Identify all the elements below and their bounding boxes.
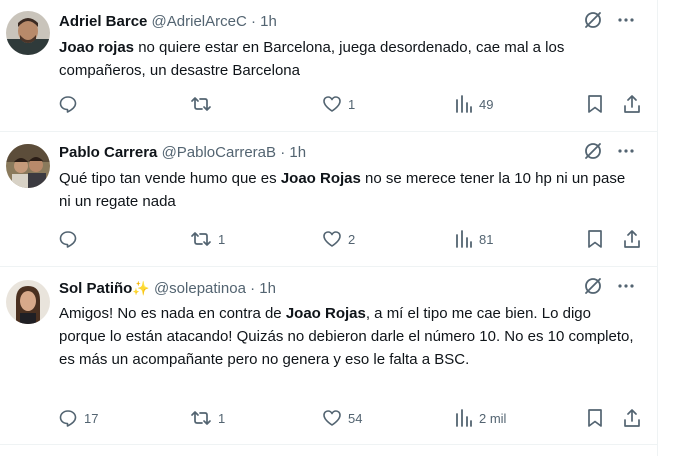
retweet-icon (190, 229, 212, 249)
avatar[interactable] (6, 280, 50, 324)
grok-slash-icon[interactable] (583, 10, 603, 30)
tweet-text: Amigos! No es nada en contra de Joao Roj… (59, 302, 637, 371)
share-button[interactable] (622, 229, 642, 249)
like-button[interactable]: 1 (322, 94, 355, 114)
tweet-actions: 17 1 54 2 mil (58, 408, 644, 430)
sparkle-emoji: ✨ (132, 280, 150, 296)
more-dots-icon[interactable] (617, 11, 635, 29)
retweet-icon (190, 94, 212, 114)
bold-mention: Joao rojas (59, 39, 135, 56)
reply-bubble-icon (58, 94, 78, 114)
retweet-count: 1 (218, 231, 226, 247)
tweet-time[interactable]: 1h (289, 144, 306, 161)
bookmark-button[interactable] (586, 229, 604, 249)
avatar[interactable] (6, 144, 50, 188)
share-upload-icon (622, 408, 642, 428)
tweet-text-rest: no quiere estar en Barcelona, juega deso… (59, 39, 565, 79)
tweet-time[interactable]: 1h (259, 280, 276, 297)
bookmark-button[interactable] (586, 408, 604, 428)
tweet-text-pre: Amigos! No es nada en contra de (59, 305, 286, 322)
tweet-feed: Adriel Barce @AdrielArceC · 1h Joao roja… (0, 0, 658, 456)
like-button[interactable]: 54 (322, 408, 362, 428)
retweet-count: 1 (218, 410, 226, 426)
analytics-bars-icon (455, 408, 473, 428)
like-count: 54 (348, 410, 363, 426)
tweet-text-pre: Qué tipo tan vende humo que es (59, 170, 281, 187)
tweet-text: Qué tipo tan vende humo que es Joao Roja… (59, 167, 639, 213)
author-handle[interactable]: @AdrielArceC (152, 13, 247, 30)
grok-slash-icon[interactable] (583, 276, 603, 296)
views-count: 49 (479, 96, 494, 112)
like-count: 2 (348, 231, 356, 247)
retweet-button[interactable] (190, 94, 218, 114)
bookmark-icon (586, 408, 604, 428)
views-button[interactable]: 2 mil (455, 408, 506, 428)
tweet-header: Pablo Carrera @PabloCarreraB · 1h (59, 143, 306, 163)
retweet-button[interactable]: 1 (190, 229, 225, 249)
separator-dot: · (280, 144, 286, 161)
separator-dot: · (250, 280, 256, 297)
reply-bubble-icon (58, 408, 78, 428)
share-upload-icon (622, 94, 642, 114)
heart-icon (322, 94, 342, 114)
retweet-button[interactable]: 1 (190, 408, 225, 428)
more-dots-icon[interactable] (617, 277, 635, 295)
reply-bubble-icon (58, 229, 78, 249)
share-upload-icon (622, 229, 642, 249)
bold-mention: Joao Rojas (285, 305, 366, 322)
like-count: 1 (348, 96, 356, 112)
retweet-icon (190, 408, 212, 428)
more-dots-icon[interactable] (617, 142, 635, 160)
author-handle[interactable]: @solepatinoa (154, 280, 246, 297)
author-name[interactable]: Adriel Barce (59, 13, 147, 30)
tweet-actions: 1 2 81 (58, 229, 644, 251)
tweet-header: Sol Patiño✨ @solepatinoa · 1h (59, 278, 276, 299)
avatar-photo (6, 280, 50, 324)
tweet[interactable]: Sol Patiño✨ @solepatinoa · 1h Amigos! No… (0, 266, 657, 445)
share-button[interactable] (622, 408, 642, 428)
bold-mention: Joao Rojas (280, 170, 361, 187)
author-name[interactable]: Pablo Carrera (59, 144, 157, 161)
analytics-bars-icon (455, 94, 473, 114)
views-count: 81 (479, 231, 494, 247)
avatar-photo (6, 144, 50, 188)
avatar-photo (6, 11, 50, 55)
share-button[interactable] (622, 94, 642, 114)
author-name[interactable]: Sol Patiño (59, 280, 132, 297)
avatar[interactable] (6, 11, 50, 55)
heart-icon (322, 229, 342, 249)
views-button[interactable]: 81 (455, 229, 493, 249)
views-button[interactable]: 49 (455, 94, 493, 114)
tweet[interactable]: Pablo Carrera @PabloCarreraB · 1h Qué ti… (0, 131, 657, 267)
bookmark-button[interactable] (586, 94, 604, 114)
views-count: 2 mil (479, 410, 507, 426)
bookmark-icon (586, 229, 604, 249)
bookmark-icon (586, 94, 604, 114)
tweet-text: Joao rojas no quiere estar en Barcelona,… (59, 36, 639, 82)
reply-button[interactable]: 17 (58, 408, 98, 428)
like-button[interactable]: 2 (322, 229, 355, 249)
heart-icon (322, 408, 342, 428)
author-handle[interactable]: @PabloCarreraB (162, 144, 276, 161)
reply-button[interactable] (58, 94, 84, 114)
tweet[interactable]: Adriel Barce @AdrielArceC · 1h Joao roja… (0, 0, 657, 132)
analytics-bars-icon (455, 229, 473, 249)
tweet-actions: 1 49 (58, 94, 644, 116)
grok-slash-icon[interactable] (583, 141, 603, 161)
tweet-time[interactable]: 1h (260, 13, 277, 30)
reply-button[interactable] (58, 229, 84, 249)
tweet-header: Adriel Barce @AdrielArceC · 1h (59, 12, 277, 32)
reply-count: 17 (84, 410, 99, 426)
separator-dot: · (250, 13, 256, 30)
